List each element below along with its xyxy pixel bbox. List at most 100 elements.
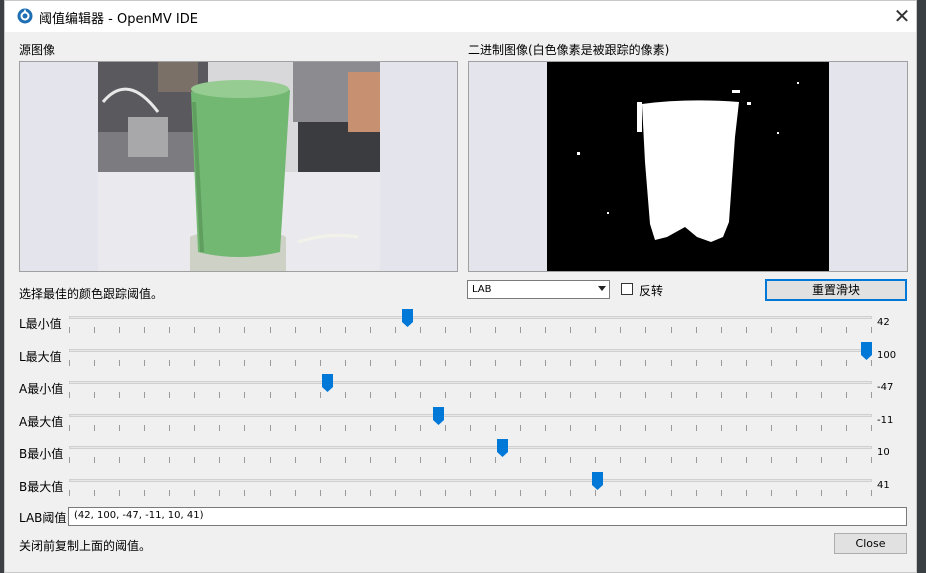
slider-tick [645, 392, 646, 398]
slider-tick [721, 425, 722, 431]
slider-tick [445, 425, 446, 431]
slider-tick [295, 490, 296, 496]
slider-handle[interactable] [861, 342, 872, 360]
slider-tick [520, 360, 521, 366]
slider-tick [270, 457, 271, 463]
slider-tick [395, 392, 396, 398]
invert-label: 反转 [639, 284, 664, 298]
slider-tick [671, 360, 672, 366]
slider-handle[interactable] [401, 309, 413, 327]
slider-handle[interactable] [322, 374, 334, 392]
slider-tick [370, 327, 371, 333]
lab-threshold-field[interactable]: (42, 100, -47, -11, 10, 41) [68, 507, 907, 526]
slider-label: A最小值 [19, 382, 64, 396]
slider-track[interactable] [69, 479, 872, 482]
binary-image [547, 62, 829, 271]
slider-handle[interactable] [433, 407, 445, 425]
slider-tick [69, 425, 70, 431]
title-bar: 阈值编辑器 - OpenMV IDE ✕ [5, 1, 916, 32]
slider-tick [545, 327, 546, 333]
slider-tick [595, 490, 596, 496]
slider-tick [470, 457, 471, 463]
slider-ticks [69, 360, 872, 366]
slider-tick [219, 425, 220, 431]
slider-tick [169, 425, 170, 431]
slider-tick [595, 425, 596, 431]
reset-sliders-button[interactable]: 重置滑块 [765, 279, 907, 301]
slider-tick [144, 392, 145, 398]
slider-tick [94, 360, 95, 366]
slider-tick [871, 327, 872, 333]
slider-tick [345, 425, 346, 431]
slider-tick [495, 360, 496, 366]
slider-handle[interactable] [591, 472, 603, 490]
slider-tick [545, 360, 546, 366]
slider-track[interactable] [69, 316, 872, 319]
slider-track[interactable] [69, 446, 872, 449]
slider-track[interactable] [69, 414, 872, 417]
slider-tick [194, 490, 195, 496]
slider-tick [846, 490, 847, 496]
slider-tick [796, 327, 797, 333]
slider-tick [119, 425, 120, 431]
slider-ticks [69, 425, 872, 431]
slider-tick [495, 490, 496, 496]
slider-value: 10 [877, 447, 890, 458]
slider-tick [219, 392, 220, 398]
slider-tick [395, 457, 396, 463]
slider-tick [520, 457, 521, 463]
slider-tick [696, 425, 697, 431]
slider-tick [696, 327, 697, 333]
slider-tick [821, 490, 822, 496]
slider-tick [69, 327, 70, 333]
slider-tick [370, 457, 371, 463]
slider-tick [470, 392, 471, 398]
colorspace-select[interactable]: LAB [467, 280, 610, 299]
close-icon[interactable]: ✕ [889, 3, 915, 29]
slider-tick [821, 457, 822, 463]
slider-tick [846, 425, 847, 431]
slider-tick [420, 425, 421, 431]
slider-tick [169, 360, 170, 366]
slider-label: L最大值 [19, 350, 62, 364]
slider-tick [821, 327, 822, 333]
slider-track[interactable] [69, 381, 872, 384]
slider-tick [645, 327, 646, 333]
invert-checkbox[interactable] [621, 283, 633, 295]
slider-tick [119, 327, 120, 333]
slider-tick [871, 490, 872, 496]
slider-tick [645, 360, 646, 366]
slider-tick [796, 360, 797, 366]
slider-tick [821, 392, 822, 398]
close-button[interactable]: Close [834, 533, 907, 554]
slider-tick [119, 457, 120, 463]
slider-tick [771, 327, 772, 333]
slider-tick [746, 425, 747, 431]
slider-tick [796, 425, 797, 431]
slider-tick [846, 360, 847, 366]
slider-tick [545, 425, 546, 431]
slider-tick [671, 392, 672, 398]
slider-tick [395, 425, 396, 431]
slider-ticks [69, 392, 872, 398]
slider-tick [771, 392, 772, 398]
slider-track[interactable] [69, 349, 872, 352]
slider-tick [345, 392, 346, 398]
slider-handle[interactable] [496, 439, 508, 457]
slider-tick [595, 392, 596, 398]
slider-tick [219, 360, 220, 366]
slider-tick [69, 490, 70, 496]
slider-tick [696, 457, 697, 463]
slider-tick [69, 360, 70, 366]
slider-tick [696, 490, 697, 496]
slider-tick [520, 327, 521, 333]
slider-tick [345, 360, 346, 366]
slider-tick [420, 360, 421, 366]
slider-tick [445, 457, 446, 463]
slider-tick [796, 457, 797, 463]
slider-tick [244, 425, 245, 431]
slider-tick [570, 490, 571, 496]
slider-tick [671, 425, 672, 431]
slider-tick [620, 425, 621, 431]
slider-tick [721, 490, 722, 496]
